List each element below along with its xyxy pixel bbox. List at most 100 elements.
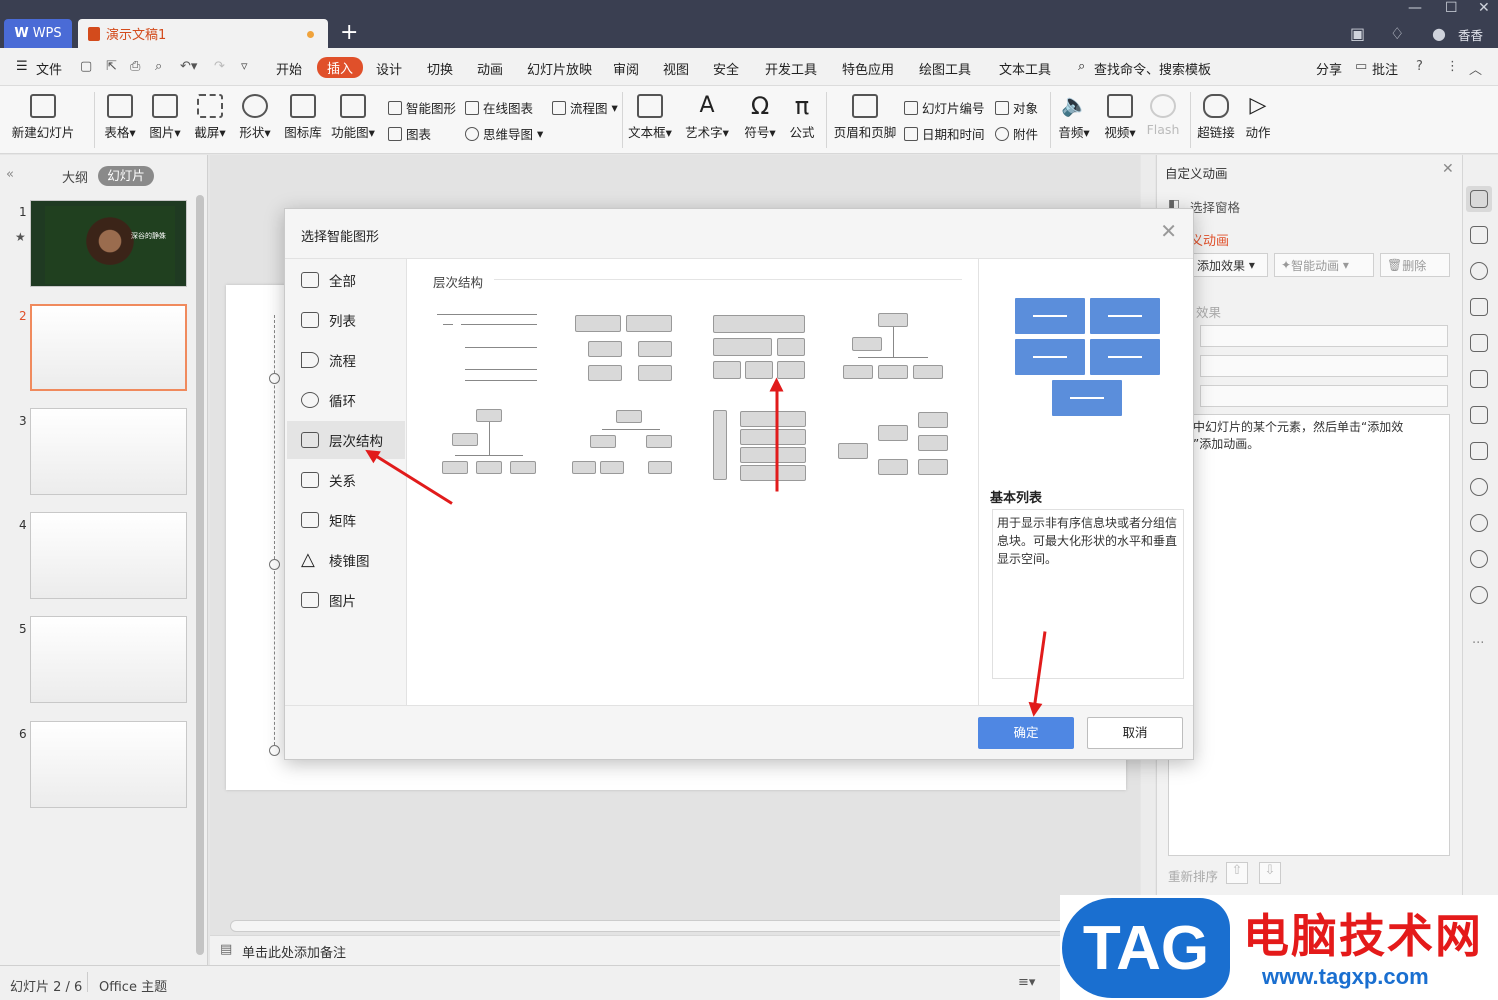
close-pane-icon[interactable]: ✕ <box>1442 161 1454 177</box>
more-icon[interactable]: ⋮ <box>1446 59 1459 74</box>
user-name[interactable]: 香香 <box>1458 25 1483 44</box>
animation-list[interactable]: 中幻灯片的某个元素，然后单击“添加效 ”添加动画。 <box>1168 414 1450 856</box>
layout-name-hierarchy[interactable] <box>568 407 683 487</box>
skin-icon[interactable]: ♢ <box>1390 24 1404 43</box>
layout-vertical-bracket[interactable] <box>708 407 823 487</box>
box-icon[interactable] <box>1470 406 1488 424</box>
notes-area[interactable]: ▤ 单击此处添加备注 <box>210 935 1150 965</box>
history-icon[interactable] <box>1470 550 1488 568</box>
minimize-icon[interactable]: — <box>1408 0 1422 16</box>
effect-property-select[interactable] <box>1200 355 1448 377</box>
add-effect-button[interactable]: 添加效果 ▾ <box>1190 253 1268 277</box>
window-layout-icon[interactable]: ▣ <box>1350 24 1365 43</box>
theme-name[interactable]: Office 主题 <box>99 976 167 995</box>
flash-button[interactable]: Flash <box>1146 94 1180 137</box>
pen-icon[interactable] <box>1470 298 1488 316</box>
object-button[interactable]: 对象 <box>995 98 1038 117</box>
layout-table-hierarchy[interactable] <box>708 307 823 387</box>
menu-insert[interactable]: 插入 <box>317 57 364 78</box>
cancel-button[interactable]: 取消 <box>1087 717 1183 749</box>
video-button[interactable]: 视频▾ <box>1100 94 1140 141</box>
menu-special[interactable]: 特色应用 <box>842 59 894 78</box>
dialog-close-icon[interactable]: ✕ <box>1160 219 1177 243</box>
layout-horizontal-hierarchy[interactable] <box>433 307 548 387</box>
menu-design[interactable]: 设计 <box>376 59 402 78</box>
backup-icon[interactable] <box>1470 514 1488 532</box>
menu-text-tools[interactable]: 文本工具 <box>999 59 1051 78</box>
slide-thumbnail-3[interactable] <box>30 408 187 495</box>
effect-speed-select[interactable] <box>1200 385 1448 407</box>
new-tab-button[interactable]: + <box>340 22 358 44</box>
slide-number-button[interactable]: 幻灯片编号 <box>904 98 985 117</box>
effect-start-select[interactable] <box>1200 325 1448 347</box>
hamburger-icon[interactable]: ☰ <box>16 59 28 74</box>
maximize-icon[interactable]: ☐ <box>1445 0 1458 16</box>
image-icon[interactable] <box>1470 442 1488 460</box>
online-chart-button[interactable]: 在线图表 <box>465 98 533 117</box>
layout-hierarchy-list[interactable] <box>568 307 683 387</box>
share-button[interactable]: 分享 <box>1316 59 1342 78</box>
layout-labeled-hierarchy[interactable] <box>438 407 553 487</box>
slide-thumbnail-2[interactable] <box>30 304 187 391</box>
picture-button[interactable]: 图片▾ <box>145 94 185 141</box>
header-footer-button[interactable]: 页眉和页脚 <box>833 94 897 141</box>
screenshot-button[interactable]: 截屏▾ <box>190 94 230 141</box>
comment-button[interactable]: 批注 <box>1372 59 1398 78</box>
collapse-panel-icon[interactable]: « <box>6 167 14 182</box>
function-chart-button[interactable]: 功能图▾ <box>330 94 376 141</box>
copy-format-icon[interactable] <box>1470 226 1488 244</box>
category-process[interactable]: 流程 <box>287 341 405 379</box>
undo-icon[interactable]: ↶▾ <box>180 59 197 74</box>
slides-tab[interactable]: 幻灯片 <box>98 166 154 186</box>
customize-dropdown-icon[interactable]: ▿ <box>241 59 248 74</box>
resize-handle[interactable] <box>269 373 280 384</box>
menu-slideshow[interactable]: 幻灯片放映 <box>527 59 592 78</box>
redo-icon[interactable]: ↷ <box>214 59 225 74</box>
preview-icon[interactable]: ⌕ <box>155 59 162 74</box>
ok-button[interactable]: 确定 <box>978 717 1074 749</box>
animation-star-icon[interactable] <box>1470 190 1488 208</box>
layout-org-chart[interactable] <box>838 307 953 387</box>
layout-horizontal-tree[interactable] <box>838 407 953 487</box>
category-relationship[interactable]: 关系 <box>287 461 405 499</box>
menu-review[interactable]: 审阅 <box>613 59 639 78</box>
delete-animation-button[interactable]: 🗑 删除 <box>1380 253 1450 277</box>
slide-panel-scrollbar[interactable] <box>196 195 204 955</box>
wordart-button[interactable]: A 艺术字▾ <box>683 94 731 141</box>
move-up-icon[interactable]: ⇧ <box>1226 862 1248 884</box>
resize-handle[interactable] <box>269 559 280 570</box>
slide-thumbnail-4[interactable] <box>30 512 187 599</box>
menu-view[interactable]: 视图 <box>663 59 689 78</box>
slide-thumbnail-6[interactable] <box>30 721 187 808</box>
action-button[interactable]: ▷ 动作 <box>1242 94 1274 141</box>
search-command[interactable]: 查找命令、搜索模板 <box>1094 59 1211 78</box>
save-icon[interactable]: ▢ <box>80 59 92 74</box>
menu-file[interactable]: 文件 <box>36 59 62 78</box>
slide-thumbnail-5[interactable] <box>30 616 187 703</box>
close-window-icon[interactable]: ✕ <box>1478 0 1490 16</box>
attachment-button[interactable]: 附件 <box>995 124 1038 143</box>
textbox-button[interactable]: 文本框▾ <box>626 94 674 141</box>
mindmap-button[interactable]: 思维导图 ▾ <box>465 124 543 143</box>
slide-design-icon[interactable] <box>1470 370 1488 388</box>
chart-button[interactable]: 图表 <box>388 124 431 143</box>
notes-toggle-icon[interactable]: ≡▾ <box>1018 975 1035 990</box>
help-sidebar-icon[interactable] <box>1470 586 1488 604</box>
more-sidebar-icon[interactable]: ··· <box>1472 636 1484 651</box>
help-icon[interactable]: ? <box>1416 59 1423 74</box>
smartart-button[interactable]: 智能图形 <box>388 98 456 117</box>
category-matrix[interactable]: 矩阵 <box>287 501 405 539</box>
menu-animation[interactable]: 动画 <box>477 59 503 78</box>
table-button[interactable]: 表格▾ <box>100 94 140 141</box>
symbol-button[interactable]: Ω 符号▾ <box>740 94 780 141</box>
audio-sidebar-icon[interactable] <box>1470 478 1488 496</box>
wps-home-tab[interactable]: W WPS <box>4 19 72 48</box>
audio-button[interactable]: 🔈 音频▾ <box>1054 94 1094 141</box>
menu-developer[interactable]: 开发工具 <box>765 59 817 78</box>
category-cycle[interactable]: 循环 <box>287 381 405 419</box>
category-all[interactable]: 全部 <box>287 261 405 299</box>
category-pyramid[interactable]: △ 棱锥图 <box>287 541 405 579</box>
flowchart-button[interactable]: 流程图 ▾ <box>552 98 618 117</box>
move-down-icon[interactable]: ⇩ <box>1259 862 1281 884</box>
shape-sidebar-icon[interactable] <box>1470 262 1488 280</box>
